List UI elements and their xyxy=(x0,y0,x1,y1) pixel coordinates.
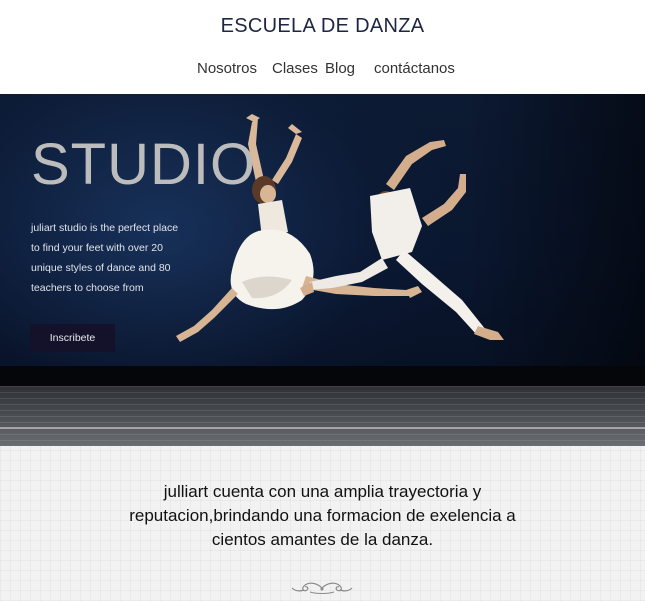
hero-text-line: juliart studio is the perfect place xyxy=(31,222,179,234)
about-text: julliart cuenta con una amplia trayector… xyxy=(0,480,645,552)
hero-banner: STUDIO juliart studio is the perfect pla… xyxy=(0,94,645,446)
nav-link-contactanos[interactable]: contáctanos xyxy=(374,60,455,77)
about-section: julliart cuenta con una amplia trayector… xyxy=(0,446,645,601)
stage-edge xyxy=(0,366,645,388)
hero-text-line: to find your feet with over 20 xyxy=(31,242,163,254)
about-text-line: reputacion,brindando una formacion de ex… xyxy=(129,506,516,525)
male-dancer xyxy=(300,140,504,340)
site-title: ESCUELA DE DANZA xyxy=(220,15,425,37)
hero-text-line: unique styles of dance and 80 xyxy=(31,262,171,274)
hero-text-line: teachers to choose from xyxy=(31,282,144,294)
scroll-divider-icon xyxy=(291,582,353,594)
main-nav: Nosotros Clases Blog contáctanos xyxy=(0,60,645,82)
stage-line xyxy=(0,427,645,429)
stage-floor xyxy=(0,386,645,446)
hero-description: juliart studio is the perfect place to f… xyxy=(31,218,191,298)
nav-link-clases[interactable]: Clases xyxy=(272,60,318,77)
nav-link-blog[interactable]: Blog xyxy=(325,60,355,77)
hero-title: STUDIO xyxy=(31,132,257,197)
nav-link-nosotros[interactable]: Nosotros xyxy=(197,60,257,77)
about-text-line: julliart cuenta con una amplia trayector… xyxy=(163,482,482,501)
signup-button[interactable]: Inscribete xyxy=(30,324,115,352)
about-text-line: cientos amantes de la danza. xyxy=(211,530,434,549)
